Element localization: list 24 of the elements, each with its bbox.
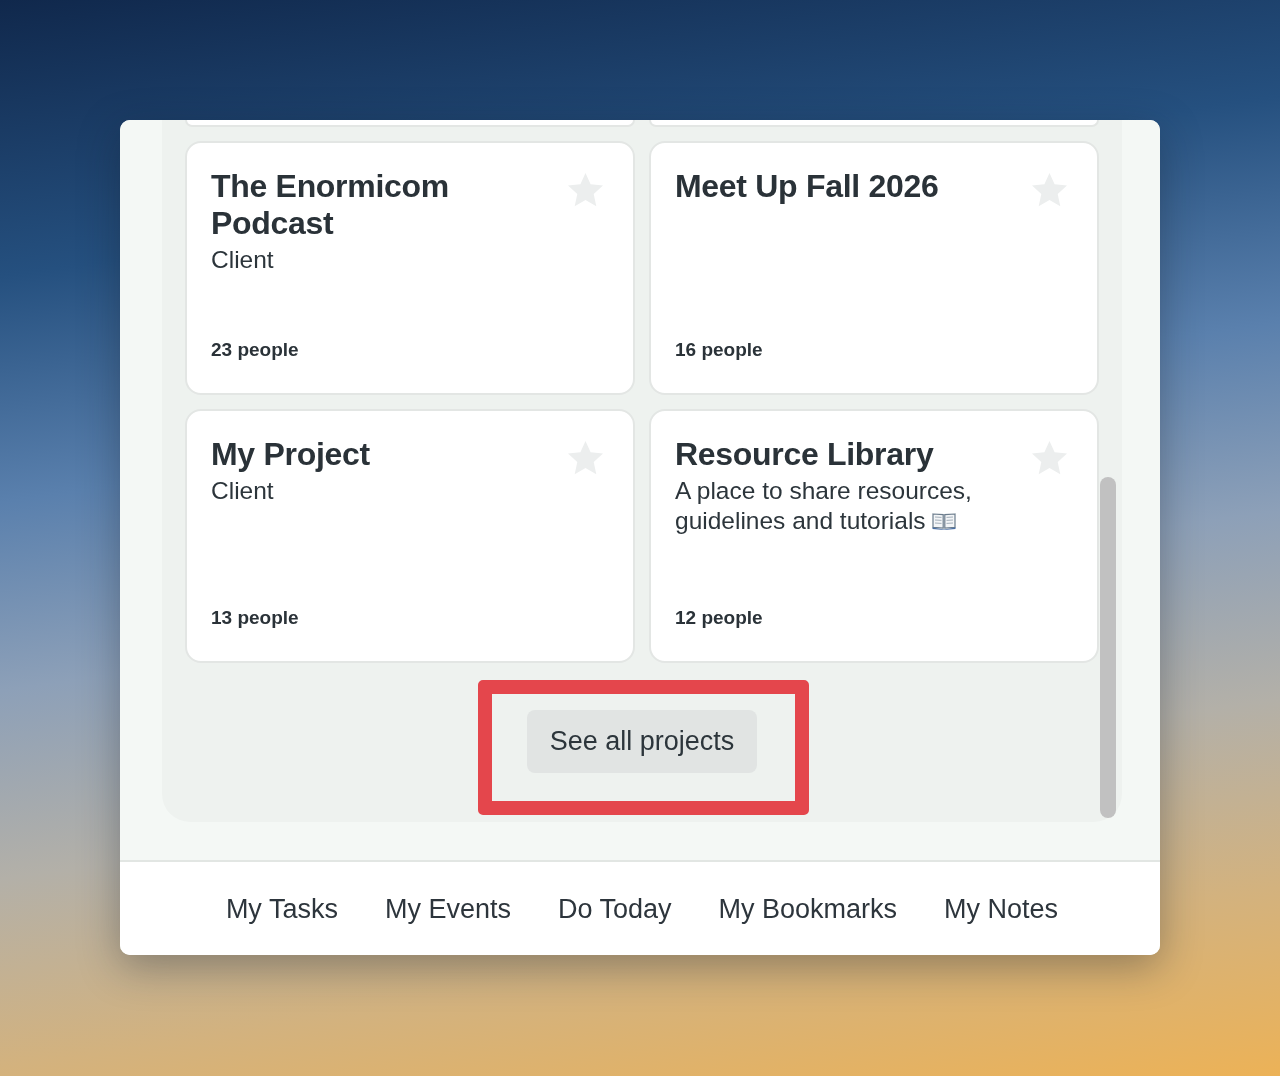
people-count: 16 people (675, 338, 763, 361)
project-card[interactable] (185, 120, 635, 127)
see-all-projects-button[interactable]: See all projects (526, 710, 758, 773)
people-count: 13 people (211, 606, 299, 629)
project-description: Client (211, 477, 274, 504)
scrollbar-thumb[interactable] (1100, 477, 1116, 818)
project-description: A place to share resources, guidelines and tutorials (675, 477, 972, 534)
project-card[interactable]: Resource Library A place to share resources, guidelines and tutorials 12 people (649, 409, 1099, 663)
footer-link[interactable]: Do Today (557, 892, 672, 925)
project-title: Meet Up Fall 2026 (675, 168, 939, 205)
project-description: Client (211, 246, 274, 273)
project-card[interactable]: My Project Client 13 people (185, 409, 635, 663)
project-card[interactable]: Meet Up Fall 2026 16 people (649, 141, 1099, 395)
footer-link[interactable]: My Notes (944, 892, 1059, 925)
project-title: Resource Library (675, 436, 934, 473)
project-title: The Enormicom Podcast (211, 168, 450, 242)
footer-link[interactable]: My Tasks (225, 892, 338, 925)
footer-link[interactable]: My Events (384, 892, 511, 925)
project-title: My Project (211, 436, 370, 473)
footer-link[interactable]: My Bookmarks (718, 892, 898, 925)
project-card[interactable] (649, 120, 1099, 127)
people-count: 12 people (675, 606, 763, 629)
people-count: 23 people (211, 338, 299, 361)
project-card[interactable]: The Enormicom Podcast Client 23 people (185, 141, 635, 395)
